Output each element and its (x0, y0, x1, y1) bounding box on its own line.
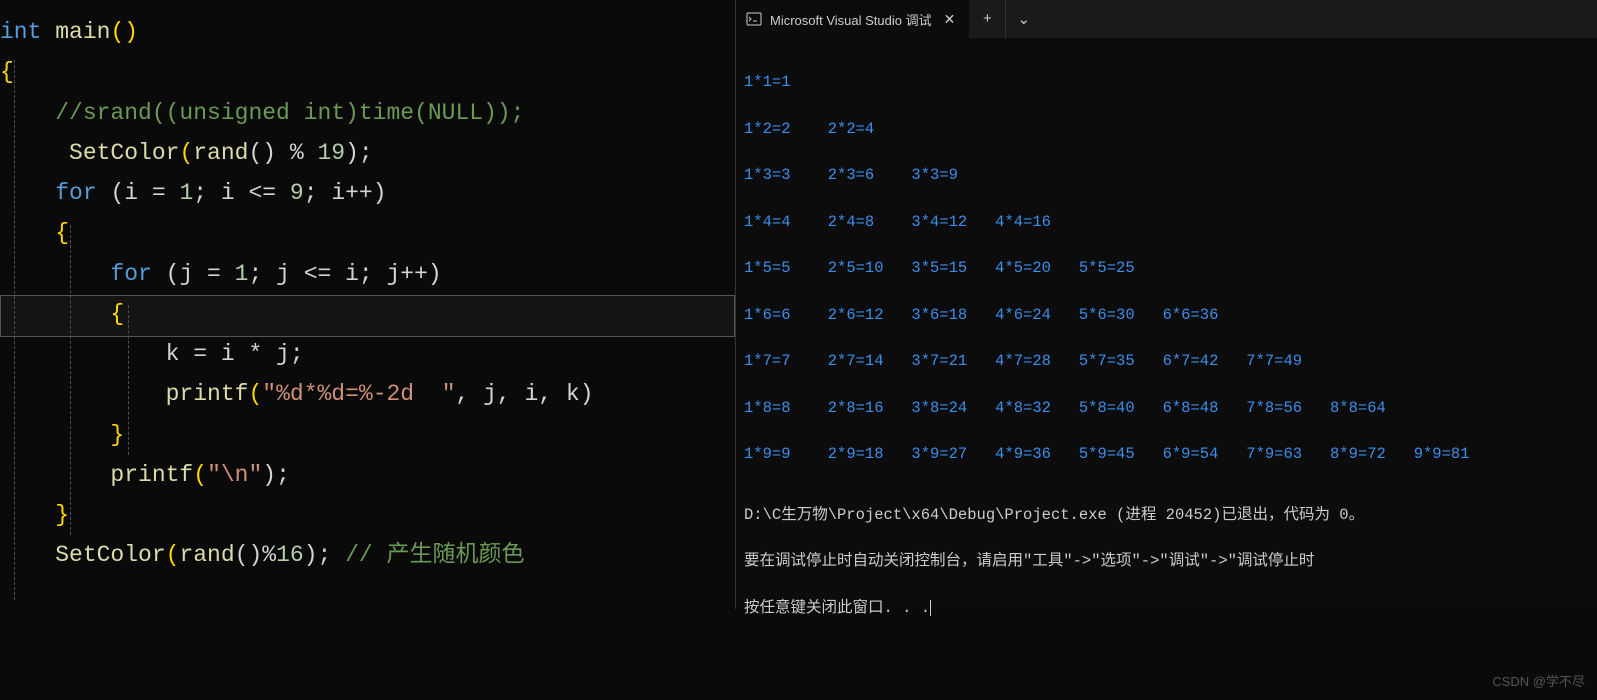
code-line[interactable]: for (i = 1; i <= 9; i++) (0, 173, 735, 213)
code-line[interactable]: printf("%d*%d=%-2d ", j, i, k) (0, 374, 735, 414)
output-line: 1*9=9 2*9=18 3*9=27 4*9=36 5*9=45 6*9=54… (744, 443, 1589, 466)
code-line[interactable]: int main() (0, 12, 735, 52)
console-hint: 要在调试停止时自动关闭控制台，请启用"工具"->"选项"->"调试"->"调试停… (744, 550, 1589, 573)
code-line[interactable]: { (0, 294, 735, 334)
close-icon[interactable]: ✕ (940, 11, 960, 28)
output-line: 1*6=6 2*6=12 3*6=18 4*6=24 5*6=30 6*6=36 (744, 304, 1589, 327)
tab-dropdown-button[interactable]: ⌄ (1005, 0, 1041, 38)
terminal-tab[interactable]: Microsoft Visual Studio 调试 ✕ (736, 0, 969, 38)
code-line[interactable]: } (0, 415, 735, 455)
output-line: 1*5=5 2*5=10 3*5=15 4*5=20 5*5=25 (744, 257, 1589, 280)
code-editor[interactable]: int main() { //srand((unsigned int)time(… (0, 0, 735, 609)
terminal-output[interactable]: 1*1=1 1*2=2 2*2=4 1*3=3 2*3=6 3*3=9 1*4=… (736, 38, 1597, 700)
output-line: 1*2=2 2*2=4 (744, 118, 1589, 141)
code-line[interactable]: SetColor(rand()%16); // 产生随机颜色 (0, 535, 735, 575)
code-line[interactable]: } (0, 495, 735, 535)
terminal-icon (746, 11, 762, 27)
exit-status: D:\C生万物\Project\x64\Debug\Project.exe (进… (744, 504, 1589, 527)
press-key-prompt: 按任意键关闭此窗口. . . (744, 597, 1589, 620)
output-line: 1*7=7 2*7=14 3*7=21 4*7=28 5*7=35 6*7=42… (744, 350, 1589, 373)
code-line[interactable]: { (0, 213, 735, 253)
output-line: 1*1=1 (744, 71, 1589, 94)
terminal-pane: Microsoft Visual Studio 调试 ✕ + ⌄ 1*1=1 1… (735, 0, 1597, 609)
cursor (930, 600, 931, 616)
watermark: CSDN @学不尽 (1492, 672, 1585, 692)
code-line[interactable]: { (0, 52, 735, 92)
new-tab-button[interactable]: + (969, 0, 1005, 38)
code-line[interactable]: SetColor(rand() % 19); (0, 133, 735, 173)
terminal-tab-bar: Microsoft Visual Studio 调试 ✕ + ⌄ (736, 0, 1597, 38)
code-line[interactable]: printf("\n"); (0, 455, 735, 495)
tab-title: Microsoft Visual Studio 调试 (770, 10, 932, 29)
output-line: 1*8=8 2*8=16 3*8=24 4*8=32 5*8=40 6*8=48… (744, 397, 1589, 420)
code-line[interactable]: //srand((unsigned int)time(NULL)); (0, 93, 735, 133)
code-line[interactable]: for (j = 1; j <= i; j++) (0, 254, 735, 294)
code-line[interactable]: k = i * j; (0, 334, 735, 374)
output-line: 1*4=4 2*4=8 3*4=12 4*4=16 (744, 211, 1589, 234)
output-line: 1*3=3 2*3=6 3*3=9 (744, 164, 1589, 187)
